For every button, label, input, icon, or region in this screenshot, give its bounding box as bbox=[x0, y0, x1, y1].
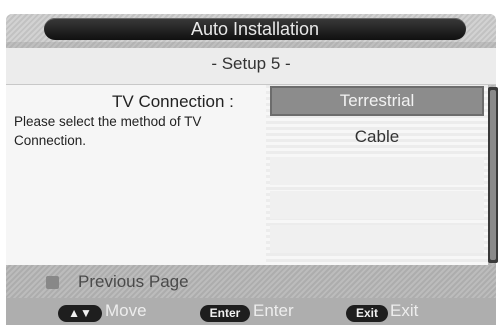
exit-key-icon: Exit bbox=[346, 305, 388, 322]
previous-page-label[interactable]: Previous Page bbox=[78, 272, 189, 292]
setup-step-label: - Setup 5 - bbox=[211, 54, 291, 73]
option-empty-slot bbox=[270, 191, 484, 219]
enter-key-icon: Enter bbox=[200, 305, 250, 322]
exit-hint: Exit bbox=[390, 301, 419, 320]
option-empty-slot bbox=[270, 157, 484, 185]
enter-hint: Enter bbox=[253, 301, 294, 320]
page-title: Auto Installation bbox=[190, 19, 320, 39]
tv-connection-label: TV Connection : bbox=[112, 92, 234, 111]
tv-menu-screen: Auto Installation - Setup 5 - TV Connect… bbox=[0, 0, 500, 325]
up-down-arrows-icon: ▲▼ bbox=[58, 305, 102, 322]
scrollbar-thumb[interactable] bbox=[490, 90, 496, 260]
option-terrestrial[interactable]: Terrestrial bbox=[270, 86, 484, 116]
move-hint: Move bbox=[105, 301, 147, 320]
tv-connection-description: Please select the method of TV Connectio… bbox=[14, 114, 202, 148]
option-cable[interactable]: Cable bbox=[270, 123, 484, 151]
color-key-icon bbox=[46, 276, 59, 289]
option-empty-slot bbox=[270, 225, 484, 253]
